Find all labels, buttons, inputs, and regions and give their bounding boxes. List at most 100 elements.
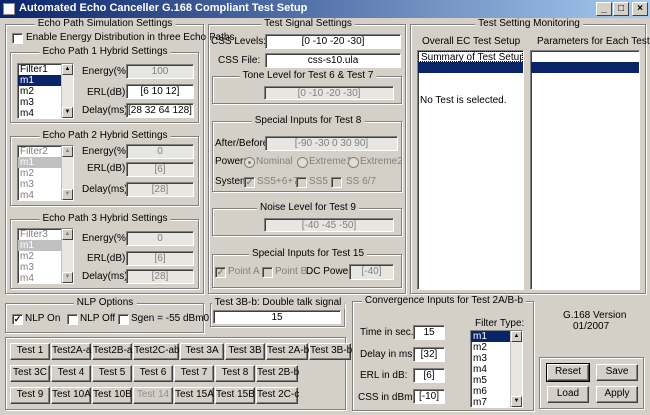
test-button[interactable]: Test 2C-c [256,387,299,404]
css-levels-field[interactable]: [0 -10 -20 -30] [265,34,401,49]
css-file-label: CSS File: [218,55,261,66]
delay-field[interactable]: [28 32 64 128] [126,103,194,118]
scroll-up-icon[interactable]: ▲ [62,146,73,157]
sgen-checkbox[interactable] [118,314,129,325]
parameters-each-test-label: Parameters for Each Test [537,36,650,47]
group-label: Test 3B-b: Double talk signal [211,297,345,309]
power-nominal-radio[interactable] [244,157,255,168]
overall-ec-setup-list[interactable]: Summary of Test Setup No Test is selecte… [417,50,524,290]
version-date: 01/2007 [573,321,610,332]
test-button[interactable]: Test 2B-b [256,365,299,382]
dc-power-label: DC Power: [306,266,355,277]
load-button[interactable]: Load [547,386,589,403]
list-item-selected[interactable] [418,62,523,73]
tone-level-field[interactable]: [0 -10 -20 -30] [264,86,394,100]
apply-button[interactable]: Apply [596,386,638,403]
scroll-up-icon[interactable]: ▲ [62,229,73,240]
erl-label: ERL(dB): [87,163,129,174]
app-icon [3,3,15,15]
group-label: Special Inputs for Test 8 [251,115,365,127]
scroll-down-icon[interactable]: ▼ [62,107,73,118]
window-title: Automated Echo Canceller G.168 Compliant… [19,2,308,14]
scroll-down-icon[interactable]: ▼ [62,189,73,200]
echo-path-1-filter-list[interactable]: Filter1 m1 m2 m3 m4 ▲ ▼ [17,63,74,119]
close-button[interactable]: × [632,2,648,16]
system-ss6-7-checkbox[interactable] [331,177,342,188]
erl-field[interactable]: [6] [126,251,194,266]
test-button[interactable]: Test 3C [10,365,50,382]
scroll-up-icon[interactable]: ▲ [62,64,73,75]
delay-field[interactable]: [28] [126,269,194,284]
enable-energy-checkbox[interactable] [12,33,23,44]
energy-field[interactable]: 0 [126,144,194,159]
point-a-checkbox[interactable]: ✓ [215,267,226,278]
group-label: Echo Path 1 Hybrid Settings [39,46,171,58]
echo-path-3-filter-list[interactable]: Filter3 m1 m2 m3 m4 ▲ ▼ [17,228,74,284]
group-label: Echo Path 3 Hybrid Settings [39,213,171,225]
noise-level-field[interactable]: [-40 -45 -50] [264,218,394,232]
test-button[interactable]: Test 3B-b [309,343,352,360]
reset-button[interactable]: Reset [546,363,590,382]
erl-db-field[interactable]: [6] [413,368,445,383]
parameters-list[interactable] [530,50,640,290]
list-item-selected[interactable] [531,62,639,73]
power-extreme1-radio[interactable] [297,157,308,168]
energy-field[interactable]: 100 [126,64,194,79]
test-button[interactable]: Test 3B [225,343,265,360]
test-button[interactable]: Test 3A [180,343,224,360]
scroll-down-icon[interactable]: ▼ [62,272,73,283]
test-button[interactable]: Test 2A-b [266,343,309,360]
test-button[interactable]: Test2A-a [51,343,91,360]
time-field[interactable]: 15 [413,325,445,340]
scrollbar[interactable]: ▲ ▼ [510,331,522,407]
css-dbm0-field[interactable]: [-10] [413,389,445,404]
erl-label: ERL(dB): [87,253,129,264]
css-file-field[interactable]: css-s10.ula [265,53,401,68]
scrollbar[interactable]: ▲ ▼ [61,64,73,118]
delay-label: Delay(ms): [82,184,131,195]
system-ss5-checkbox[interactable] [296,177,307,188]
maximize-button[interactable]: □ [613,2,629,16]
test-button[interactable]: Test 1 [10,343,50,360]
erl-field[interactable]: [6] [126,162,194,177]
time-label: Time in sec. [360,327,414,338]
double-talk-field[interactable]: 15 [213,310,341,324]
erl-field[interactable]: [6 10 12] [126,84,194,99]
test-button[interactable]: Test 7 [174,365,214,382]
delay-field[interactable]: [28] [126,182,194,197]
power-extreme2-radio[interactable] [348,157,359,168]
test-button[interactable]: Test 4 [51,365,91,382]
nlp-off-checkbox[interactable] [67,314,78,325]
save-button[interactable]: Save [596,364,638,381]
list-item[interactable]: Summary of Test Setup [418,51,523,63]
test-button[interactable]: Test 15B [215,387,255,404]
nlp-on-checkbox[interactable]: ✓ [12,314,23,325]
scrollbar[interactable]: ▲ ▼ [61,229,73,283]
filter-type-list[interactable]: m1 m2 m3 m4 m5 m6 m7 ▲ ▼ [470,330,523,408]
scroll-down-icon[interactable]: ▼ [511,396,522,407]
dc-power-field[interactable]: [-40] [349,264,394,280]
overall-ec-setup-label: Overall EC Test Setup [422,36,521,47]
energy-field[interactable]: 0 [126,231,194,246]
system-ss5-6-7-checkbox[interactable]: ✓ [244,177,255,188]
scroll-up-icon[interactable]: ▲ [511,331,522,342]
test-button[interactable]: Test2C-ab [133,343,180,360]
after-before-field[interactable]: [-90 -30 0 30 90] [265,136,398,151]
echo-path-2-filter-list[interactable]: Filter2 m1 m2 m3 m4 ▲ ▼ [17,145,74,201]
minimize-button[interactable]: _ [596,2,612,16]
group-label: Echo Path Simulation Settings [34,18,176,30]
test-button[interactable]: Test 8 [215,365,255,382]
delay-ms-field[interactable]: [32] [413,347,445,362]
test-button[interactable]: Test 10A [51,387,91,404]
nlp-off-label: NLP Off [80,313,116,324]
scrollbar[interactable]: ▲ ▼ [61,146,73,200]
test-button[interactable]: Test 15A [174,387,214,404]
test-button[interactable]: Test 5 [92,365,132,382]
test-button[interactable]: Test2B-a [92,343,132,360]
test-button[interactable]: Test 9 [10,387,50,404]
test-button[interactable]: Test 14 [133,387,173,404]
group-label: Test Signal Settings [261,18,355,30]
test-button[interactable]: Test 10B [92,387,132,404]
point-b-checkbox[interactable] [262,267,273,278]
test-button[interactable]: Test 6 [133,365,173,382]
